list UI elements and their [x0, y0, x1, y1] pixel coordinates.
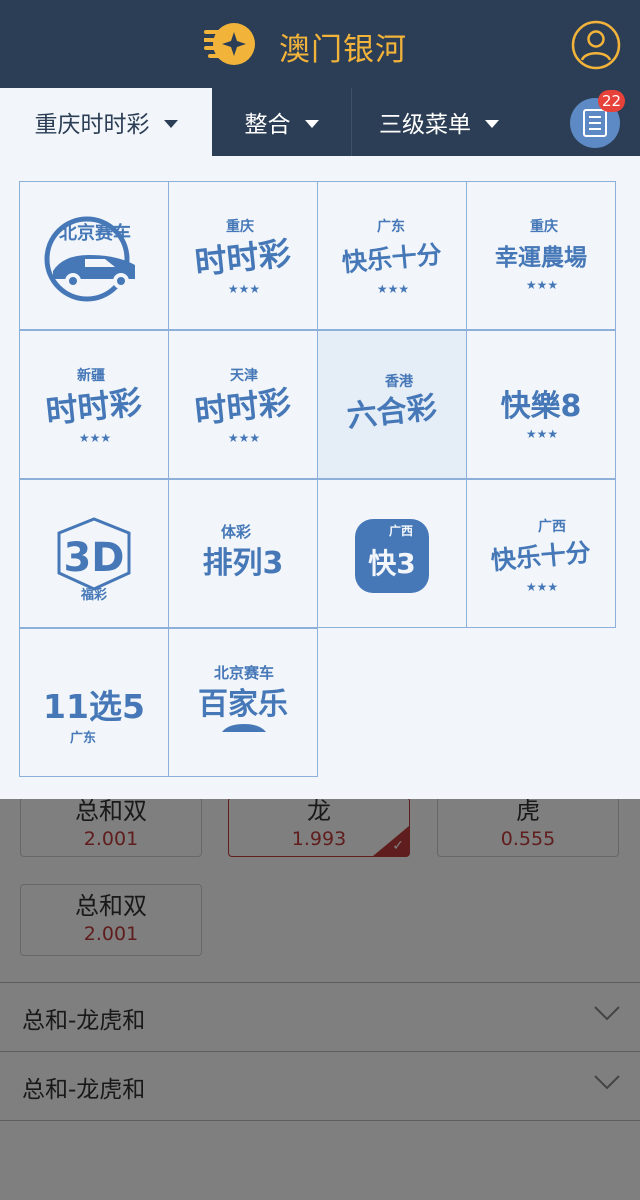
- gd11x5-logo-icon: 11选5 广东: [43, 687, 145, 746]
- logo-text: 快3: [368, 547, 415, 580]
- bjbjl-logo-icon: 北京赛车 百家乐: [198, 664, 288, 732]
- lottery-item-bjsc[interactable]: 北京赛车: [19, 181, 169, 330]
- race-car-logo-icon: 北京赛车: [44, 216, 135, 301]
- stars-icon: ★★★: [526, 278, 558, 292]
- lottery-item-fc3d[interactable]: 3D 福彩: [19, 479, 169, 628]
- caret-down-icon: [485, 119, 499, 128]
- logo-text: 排列3: [203, 546, 284, 581]
- logo-text: 广东: [70, 730, 96, 746]
- lottery-item-tjssc[interactable]: 天津 时时彩 ★★★: [168, 330, 318, 479]
- gxklsf-logo-icon: 广西 快乐十分 ★★★: [490, 518, 592, 594]
- lottery-item-gxklsf[interactable]: 广西 快乐十分 ★★★: [466, 479, 616, 628]
- lottery-item-cqxync[interactable]: 重庆 幸運農場 ★★★: [466, 181, 616, 330]
- logo-text: 快乐十分: [341, 239, 443, 277]
- stars-icon: ★★★: [377, 282, 409, 296]
- cqxync-logo-icon: 重庆 幸運農場 ★★★: [495, 218, 587, 292]
- menu-tabs: 重庆时时彩 整合 三级菜单 22: [0, 88, 640, 156]
- logo-text: 快乐十分: [490, 537, 592, 575]
- caret-down-icon: [304, 119, 319, 128]
- tab-label: 重庆时时彩: [34, 112, 150, 138]
- logo-text: 新疆: [77, 367, 105, 384]
- logo-text: 幸運農場: [495, 245, 587, 271]
- logo-text: 3D: [63, 535, 124, 581]
- notepad-icon: [583, 109, 607, 137]
- tab-label: 三级菜单: [379, 112, 471, 138]
- stars-icon: ★★★: [228, 431, 260, 445]
- hk6-logo-icon: 香港 六合彩: [345, 373, 438, 435]
- lottery-item-cqssc[interactable]: 重庆 时时彩 ★★★: [168, 181, 318, 330]
- logo-text: 香港: [384, 373, 414, 390]
- logo-text: 时时彩: [193, 383, 292, 431]
- logo-text: 时时彩: [193, 234, 292, 282]
- tab-label: 整合: [244, 112, 291, 138]
- pl3-logo-icon: 体彩 排列3: [203, 523, 284, 581]
- lottery-item-pl3[interactable]: 体彩 排列3: [168, 479, 318, 628]
- lottery-item-kl8[interactable]: 快樂8 ★★★: [466, 330, 616, 479]
- stars-icon: ★★★: [228, 282, 260, 296]
- tjssc-logo-icon: 天津 时时彩 ★★★: [193, 367, 292, 445]
- tab-submenu[interactable]: 三级菜单: [351, 88, 526, 156]
- logo-text: 体彩: [221, 523, 251, 541]
- fc3d-logo-icon: 3D 福彩: [57, 516, 131, 603]
- logo-text: 时时彩: [44, 383, 143, 431]
- stars-icon: ★★★: [526, 427, 558, 441]
- logo-text: 快樂8: [501, 389, 582, 424]
- app-title: 澳门银河: [279, 32, 407, 68]
- logo-text: 六合彩: [345, 390, 438, 434]
- lottery-item-bjbjl[interactable]: 北京赛车 百家乐: [168, 628, 318, 777]
- tab-integrated[interactable]: 整合: [212, 88, 351, 156]
- car-icon: [222, 723, 266, 732]
- tab-lottery-select[interactable]: 重庆时时彩: [0, 88, 212, 156]
- lottery-item-gxk3[interactable]: 广西 快3: [317, 479, 467, 628]
- logo-text: 北京赛车: [214, 664, 274, 682]
- logo-text: 重庆: [530, 218, 558, 235]
- gxk3-logo-icon: 广西 快3: [355, 518, 429, 593]
- stars-icon: ★★★: [79, 431, 111, 445]
- logo-text: 天津: [230, 367, 258, 384]
- logo-text: 重庆: [226, 218, 254, 235]
- logo-text: 广西: [389, 523, 413, 538]
- logo-icon: [204, 23, 255, 65]
- caret-down-icon: [163, 119, 178, 128]
- gdklsf-logo-icon: 广东 快乐十分 ★★★: [341, 218, 443, 296]
- logo-text: 福彩: [80, 587, 107, 603]
- logo-text: 百家乐: [198, 687, 288, 722]
- logo-text: 广西: [538, 518, 566, 535]
- xjssc-logo-icon: 新疆 时时彩 ★★★: [44, 367, 143, 445]
- lottery-item-hk6[interactable]: 香港 六合彩: [317, 330, 467, 479]
- logo-text: 11选5: [43, 687, 145, 726]
- lottery-dropdown: 北京赛车 重庆 时时彩 ★★★ 广东 快乐十分 ★★★ 重庆 幸運農場 ★★★ …: [0, 156, 640, 799]
- stars-icon: ★★★: [526, 580, 558, 594]
- user-icon[interactable]: [571, 20, 621, 70]
- kl8-logo-icon: 快樂8 ★★★: [501, 389, 582, 441]
- notification-badge: 22: [598, 90, 626, 112]
- cqssc-logo-icon: 重庆 时时彩 ★★★: [193, 218, 292, 296]
- lottery-item-gd11x5[interactable]: 11选5 广东: [19, 628, 169, 777]
- logo-text: 北京赛车: [59, 222, 131, 244]
- logo-text: 广东: [377, 218, 405, 235]
- lottery-item-xjssc[interactable]: 新疆 时时彩 ★★★: [19, 330, 169, 479]
- lottery-item-gdklsf[interactable]: 广东 快乐十分 ★★★: [317, 181, 467, 330]
- app-header: 澳门银河: [0, 0, 640, 88]
